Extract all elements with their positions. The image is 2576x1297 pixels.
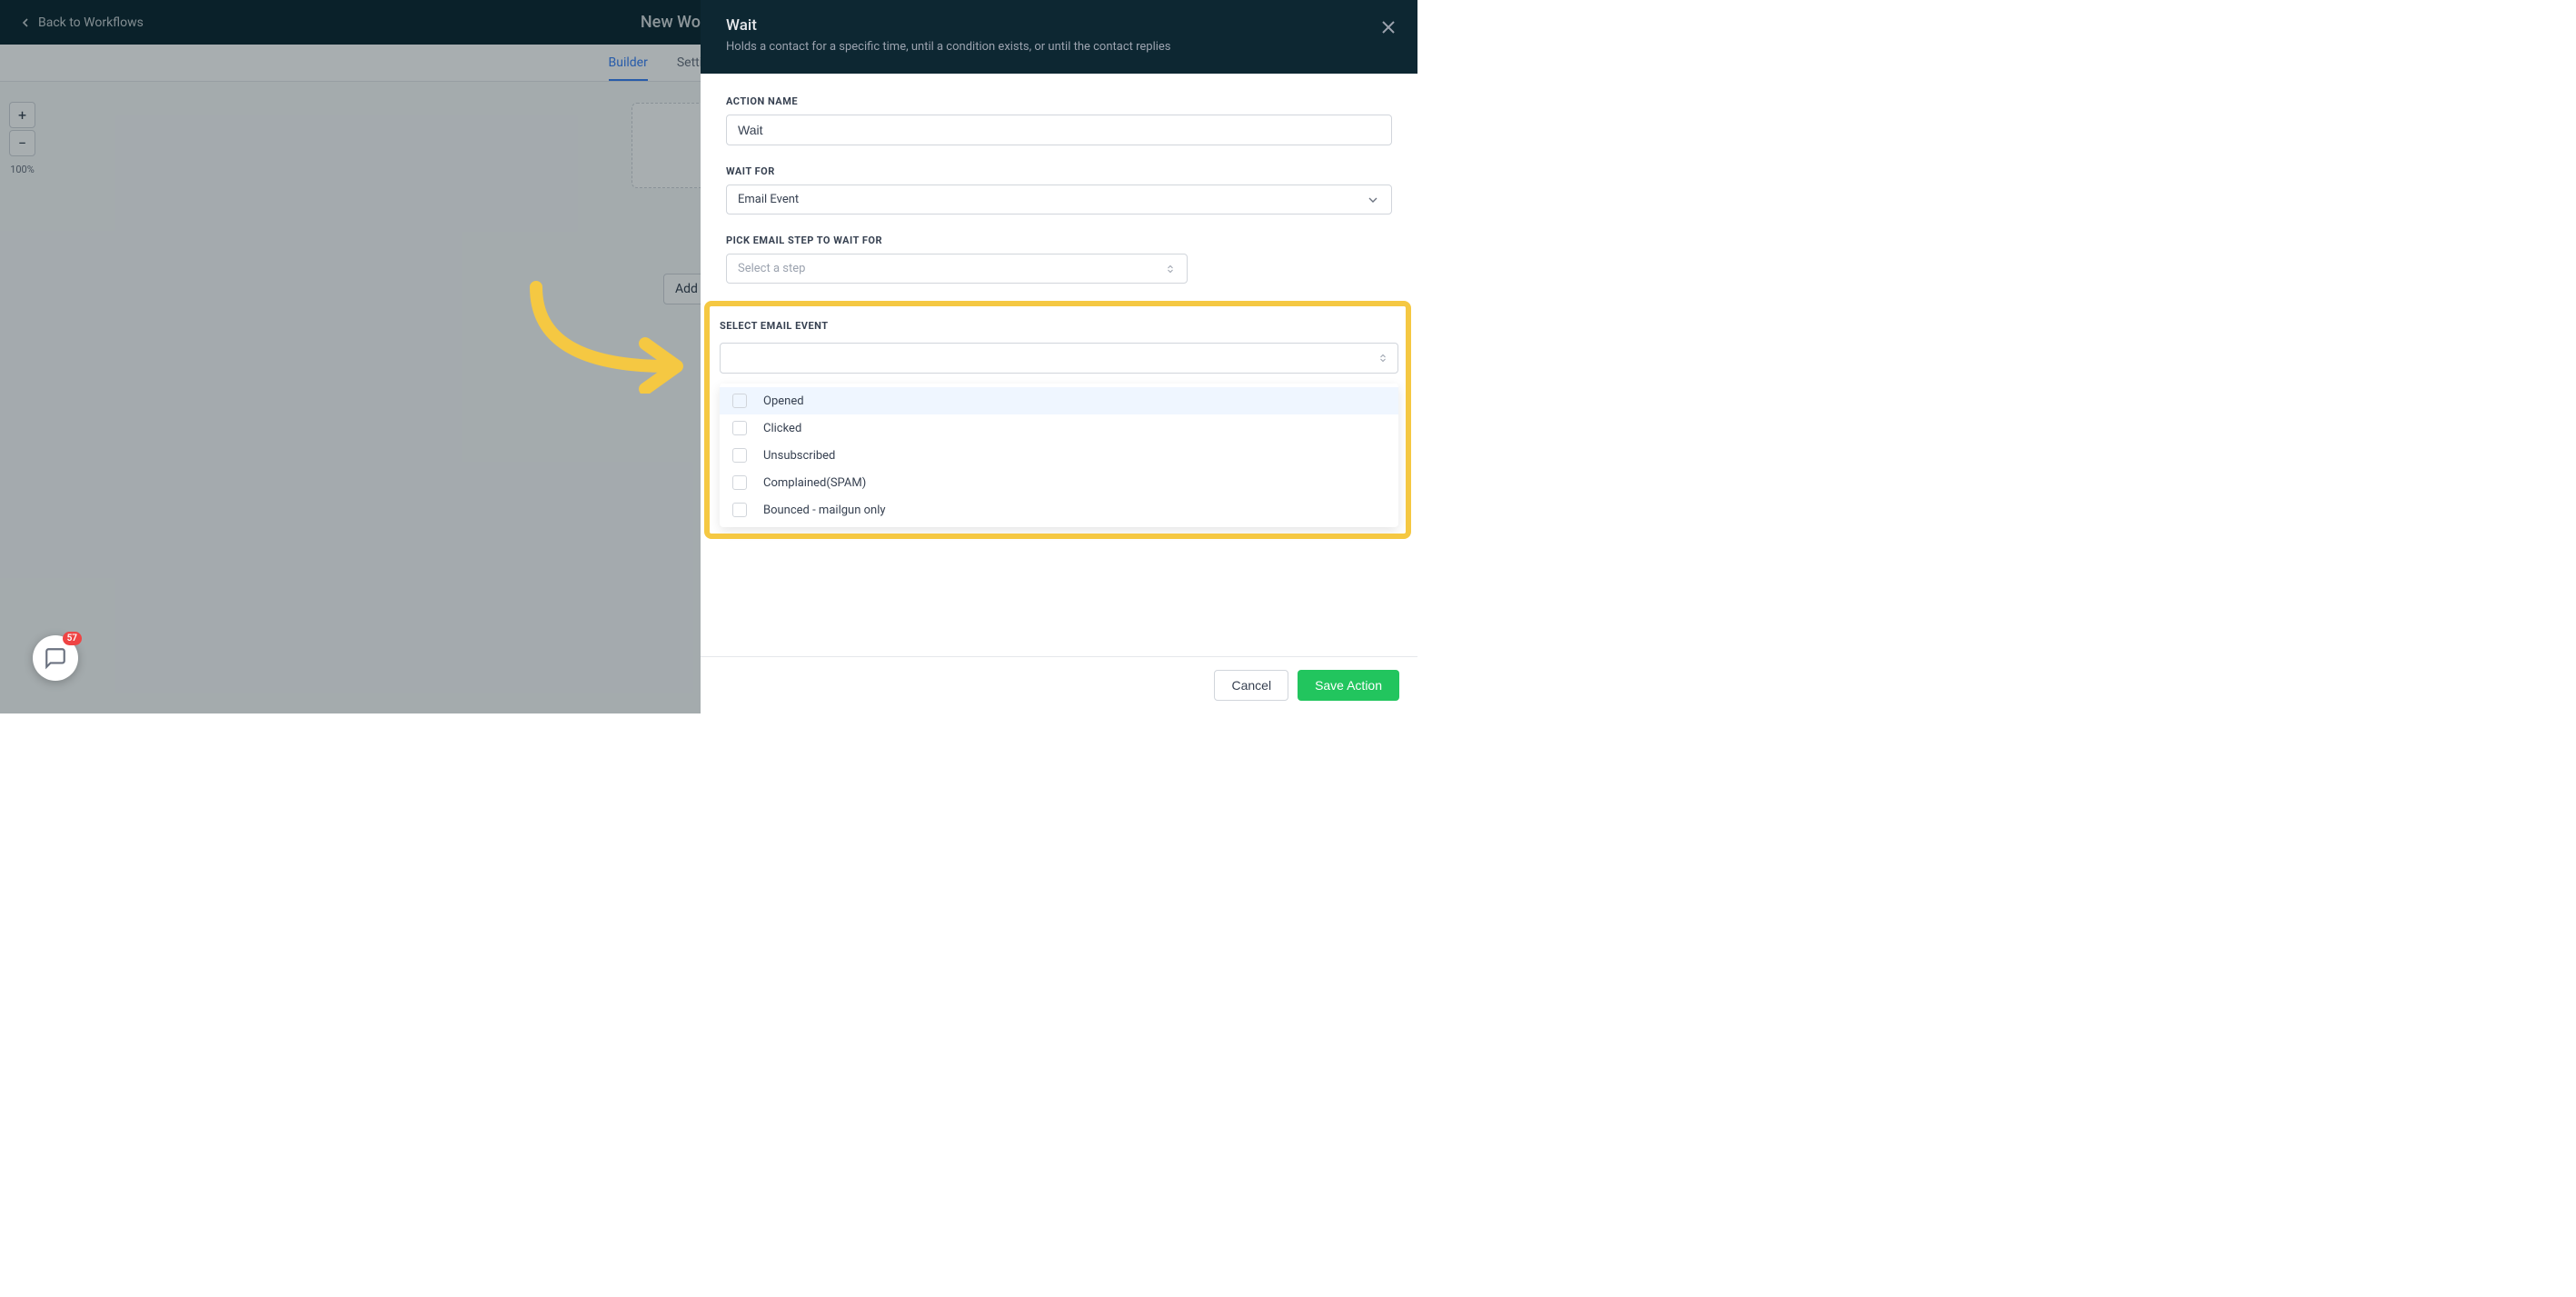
- close-icon: [1378, 16, 1399, 38]
- select-event-label: SELECT EMAIL EVENT: [720, 320, 829, 332]
- updown-icon: [1165, 262, 1176, 276]
- pick-step-placeholder: Select a step: [738, 262, 805, 275]
- option-label: Unsubscribed: [763, 449, 835, 463]
- wait-for-select[interactable]: Email Event: [726, 185, 1392, 215]
- checkbox: [732, 394, 747, 408]
- wait-for-group: WAIT FOR Email Event: [726, 165, 1392, 215]
- chat-badge: 57: [63, 632, 82, 645]
- option-unsubscribed[interactable]: Unsubscribed: [720, 442, 1398, 469]
- option-label: Clicked: [763, 422, 801, 435]
- action-name-input[interactable]: [726, 115, 1392, 145]
- panel-subtitle: Holds a contact for a specific time, unt…: [726, 40, 1392, 54]
- checkbox: [732, 475, 747, 490]
- select-event-input[interactable]: [720, 343, 1398, 374]
- close-button[interactable]: [1378, 16, 1399, 38]
- option-label: Opened: [763, 394, 804, 408]
- pick-step-label: PICK EMAIL STEP TO WAIT FOR: [726, 234, 1392, 246]
- option-bounced[interactable]: Bounced - mailgun only: [720, 496, 1398, 524]
- wait-for-value: Email Event: [738, 193, 799, 206]
- chat-icon: [44, 646, 67, 670]
- wait-for-label: WAIT FOR: [726, 165, 1392, 177]
- cancel-button[interactable]: Cancel: [1214, 670, 1288, 701]
- email-event-dropdown: Opened Clicked Unsubscribed Complained(S…: [720, 384, 1398, 527]
- checkbox: [732, 448, 747, 463]
- panel-title: Wait: [726, 16, 1392, 35]
- save-action-button[interactable]: Save Action: [1298, 670, 1399, 701]
- pick-step-select[interactable]: Select a step: [726, 254, 1188, 284]
- arrow-annotation: [522, 280, 686, 394]
- option-clicked[interactable]: Clicked: [720, 414, 1398, 442]
- checkbox: [732, 503, 747, 517]
- updown-icon: [1378, 351, 1388, 365]
- checkbox: [732, 421, 747, 435]
- action-name-label: ACTION NAME: [726, 95, 1392, 107]
- option-complained[interactable]: Complained(SPAM): [720, 469, 1398, 496]
- chat-widget[interactable]: 57: [33, 635, 78, 681]
- option-opened[interactable]: Opened: [720, 387, 1398, 414]
- option-label: Complained(SPAM): [763, 476, 866, 490]
- chevron-down-icon: [1366, 193, 1380, 207]
- panel-header: Wait Holds a contact for a specific time…: [701, 0, 1417, 74]
- option-label: Bounced - mailgun only: [763, 504, 886, 517]
- action-name-group: ACTION NAME: [726, 95, 1392, 145]
- pick-step-group: PICK EMAIL STEP TO WAIT FOR Select a ste…: [726, 234, 1392, 284]
- panel-footer: Cancel Save Action: [701, 656, 1417, 713]
